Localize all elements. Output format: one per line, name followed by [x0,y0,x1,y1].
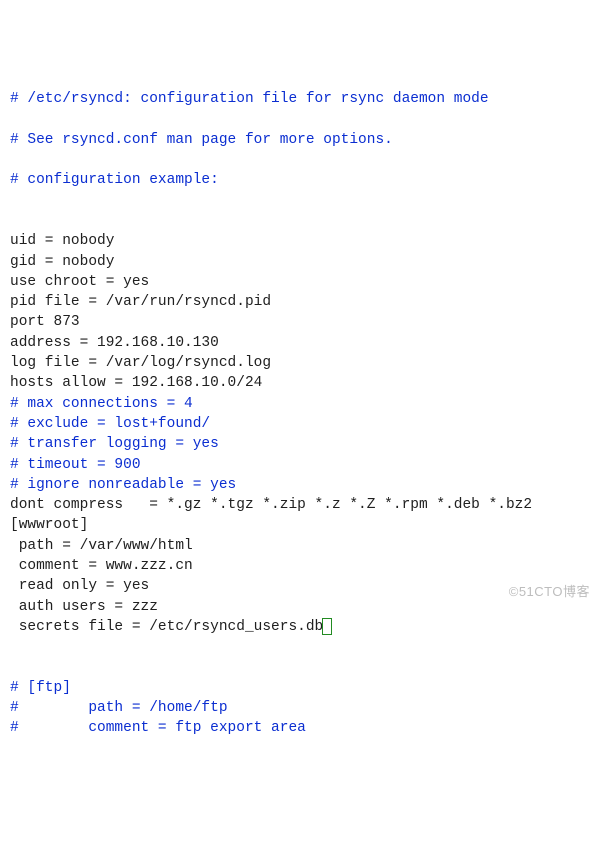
code-line: auth users = zzz [10,597,588,617]
code-line: # See rsyncd.conf man page for more opti… [10,130,588,150]
code-line [10,211,588,231]
code-line: # path = /home/ftp [10,698,588,718]
code-line: dont compress = *.gz *.tgz *.zip *.z *.Z… [10,495,588,515]
code-line: # [ftp] [10,678,588,698]
code-line [10,637,588,657]
code-line: # transfer logging = yes [10,434,588,454]
code-line: path = /var/www/html [10,536,588,556]
code-line: # ignore nonreadable = yes [10,475,588,495]
code-line: # /etc/rsyncd: configuration file for rs… [10,89,588,109]
code-line: address = 192.168.10.130 [10,333,588,353]
code-line: # comment = ftp export area [10,718,588,738]
code-line: hosts allow = 192.168.10.0/24 [10,373,588,393]
code-line: pid file = /var/run/rsyncd.pid [10,292,588,312]
code-line: # max connections = 4 [10,394,588,414]
cursor-icon [322,618,332,635]
code-line: [wwwroot] [10,515,588,535]
code-block: # /etc/rsyncd: configuration file for rs… [10,89,588,739]
code-line [10,191,588,211]
code-line: use chroot = yes [10,272,588,292]
code-line: secrets file = /etc/rsyncd_users.db [10,617,588,637]
code-line [10,109,588,129]
code-line: read only = yes [10,576,588,596]
code-line: uid = nobody [10,231,588,251]
code-line [10,150,588,170]
code-line [10,658,588,678]
code-line: # configuration example: [10,170,588,190]
code-line: comment = www.zzz.cn [10,556,588,576]
code-line: gid = nobody [10,252,588,272]
code-line: # exclude = lost+found/ [10,414,588,434]
code-line: log file = /var/log/rsyncd.log [10,353,588,373]
code-line: port 873 [10,312,588,332]
code-line: # timeout = 900 [10,455,588,475]
